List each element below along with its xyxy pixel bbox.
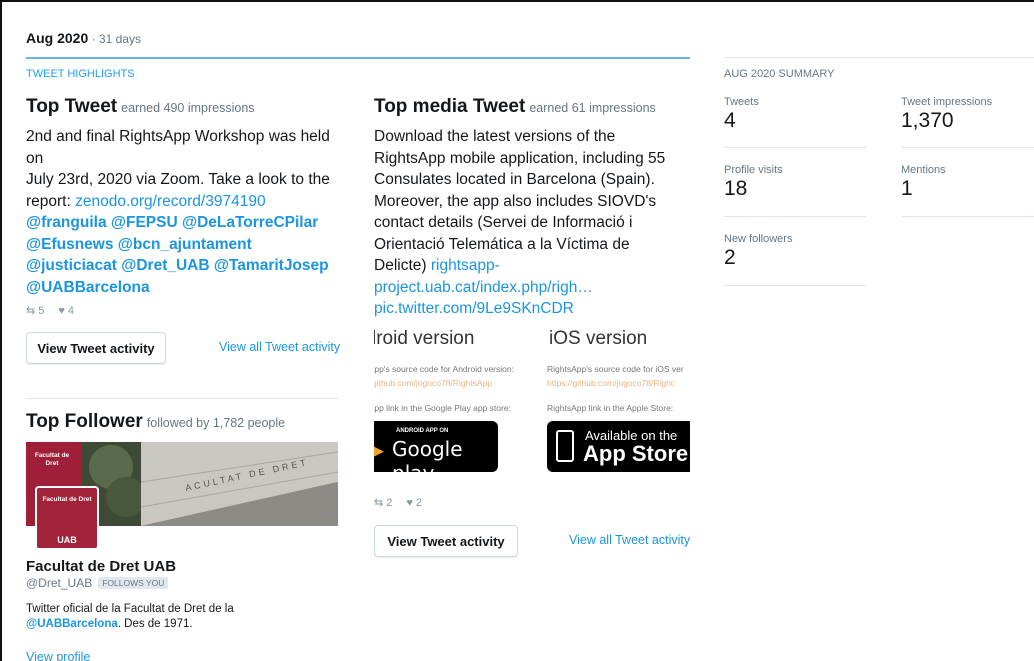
app-store-badge: Available on the App Store: [547, 421, 690, 472]
tweet-line: Consulates located in Barcelona (Spain).: [374, 171, 655, 188]
impressions-label: Tweet impressions: [901, 96, 993, 108]
avatar-brand: UAB: [57, 535, 77, 545]
top-media-title: Top media Tweet: [374, 96, 526, 117]
period-header: Aug 2020 · 31 days: [26, 30, 141, 46]
view-media-tweet-activity-button[interactable]: View Tweet activity: [374, 525, 518, 557]
tweets-label: Tweets: [724, 96, 759, 108]
top-tweet-card: Top Tweet earned 490 impressions 2nd and …: [26, 96, 346, 298]
summary-top-rule: [724, 57, 1034, 58]
tweet-line: contact details (Servei de Informació i: [374, 214, 633, 231]
top-tweet-stats: ⇆ 5 ♥ 4: [26, 304, 74, 318]
period-month: Aug 2020: [26, 30, 89, 46]
profile-visits-label: Profile visits: [724, 164, 783, 176]
tweet-line: 2nd and final RightsApp Workshop was hel…: [26, 128, 330, 145]
top-follower-heading: Top Follower followed by 1,782 people: [26, 411, 285, 433]
play-icon: ▶: [374, 443, 384, 458]
google-play-big-text: Google play: [392, 437, 463, 482]
period-days: 31 days: [98, 32, 141, 46]
tweet-line: RightsApp mobile application, including …: [374, 149, 666, 167]
summary-rule: [901, 147, 1034, 148]
bio-mention-link[interactable]: @UABBarcelona: [26, 618, 118, 630]
top-tweet-text: 2nd and final RightsApp Workshop was hel…: [26, 126, 346, 298]
top-tweet-impressions: earned 490 impressions: [121, 101, 255, 115]
summary-rule: [724, 216, 867, 217]
highlights-rule: [26, 57, 690, 59]
top-media-stats: ⇆ 2 ♥ 2: [374, 496, 422, 510]
tweet-mentions-link[interactable]: @franguila @FEPSU @DeLaTorreCPilar: [26, 214, 318, 231]
top-tweet-title: Top Tweet: [26, 96, 118, 117]
period-separator: ·: [88, 32, 99, 46]
tweet-pic-link[interactable]: pic.twitter.com/9Le9SKnCDR: [374, 300, 574, 317]
android-source-link: github.com/jogoco78/RightsApp: [374, 378, 493, 388]
view-all-tweet-activity-link[interactable]: View all Tweet activity: [219, 340, 340, 354]
tweet-url-link[interactable]: rightsapp-: [431, 257, 500, 274]
tweets-value: 4: [724, 109, 736, 132]
summary-rule: [724, 285, 867, 286]
retweet-icon: ⇆: [26, 305, 36, 317]
impressions-value: 1,370: [901, 109, 954, 132]
avatar[interactable]: Facultat de Dret UAB: [35, 486, 99, 550]
android-store-text: \pp link in the Google Play app store:: [374, 403, 511, 413]
summary-rule: [724, 147, 867, 148]
tweet-line: report:: [26, 192, 76, 210]
retweet-count: 2: [386, 497, 393, 509]
follower-name[interactable]: Facultat de Dret UAB: [26, 558, 176, 575]
phone-icon: [556, 430, 574, 462]
heart-icon: ♥: [406, 496, 413, 509]
follower-bio: Twitter oficial de la Facultat de Dret d…: [26, 602, 346, 632]
tweet-line: July 23rd, 2020 via Zoom. Take a look to…: [26, 171, 330, 188]
summary-rule: [901, 216, 1034, 217]
profile-visits-value: 18: [724, 177, 748, 200]
follower-handle-row: @Dret_UAB FOLLOWS YOU: [26, 576, 169, 590]
top-follower-title: Top Follower: [26, 411, 143, 432]
tweet-mentions-link[interactable]: @Efusnews @bcn_ajuntament: [26, 236, 252, 253]
ios-source-link: https://github.com/jogoco78/Right:: [547, 378, 676, 388]
bio-line: . Des de 1971.: [117, 618, 193, 630]
mentions-value: 1: [901, 177, 913, 200]
ios-source-text: RightsApp's source code for iOS ver: [547, 364, 684, 374]
view-all-media-tweet-activity-link[interactable]: View all Tweet activity: [569, 533, 690, 547]
top-media-tweet-card: Top media Tweet earned 61 impressions Dow…: [374, 96, 692, 320]
tweet-line: Moreover, the app also includes SIOVD's: [374, 192, 657, 210]
new-followers-value: 2: [724, 246, 736, 269]
top-media-impressions: earned 61 impressions: [529, 101, 656, 115]
top-media-text: Download the latest versions of the Righ…: [374, 126, 692, 320]
heart-icon: ♥: [58, 304, 65, 317]
top-tweet-heading: Top Tweet earned 490 impressions: [26, 96, 346, 118]
media-image[interactable]: lroid version iOS version \pp's source c…: [374, 322, 690, 482]
app-store-big-text: App Store: [583, 441, 689, 466]
view-tweet-activity-button[interactable]: View Tweet activity: [26, 332, 166, 364]
android-source-text: \pp's source code for Android version:: [374, 364, 514, 374]
section-divider: [26, 398, 338, 399]
retweet-icon: ⇆: [374, 497, 384, 509]
mentions-label: Mentions: [901, 164, 946, 176]
ios-store-text: RightsApp link in the Apple Store:: [547, 403, 674, 413]
tweet-line: Orientació Telemática a la Víctima de: [374, 235, 630, 253]
like-count: 4: [67, 304, 74, 317]
follows-you-badge: FOLLOWS YOU: [98, 577, 169, 589]
tweet-url-link[interactable]: project.uab.cat/index.php/righ…: [374, 279, 593, 296]
ios-title: iOS version: [549, 328, 648, 349]
banner-logo-text: Facultat de Dret: [34, 452, 70, 467]
android-title: lroid version: [374, 328, 475, 349]
summary-title: AUG 2020 SUMMARY: [724, 68, 835, 80]
google-play-badge: ANDROID APP ON ▶ Google play: [374, 421, 498, 482]
tweet-line: on: [26, 149, 44, 167]
tweet-url-link[interactable]: zenodo.org/record/3974190: [75, 193, 265, 210]
new-followers-label: New followers: [724, 233, 793, 245]
tweet-mentions-link[interactable]: @justiciacat @Dret_UAB @TamaritJosep: [26, 257, 329, 274]
top-media-heading: Top media Tweet earned 61 impressions: [374, 96, 692, 118]
tweet-line: Download the latest versions of the: [374, 128, 616, 145]
tweet-highlights-label: TWEET HIGHLIGHTS: [26, 68, 135, 80]
like-count: 2: [415, 496, 422, 509]
retweet-count: 5: [38, 305, 45, 317]
follower-handle: @Dret_UAB: [26, 576, 93, 590]
tweet-line: Delicte): [374, 257, 431, 274]
tweet-mentions-link[interactable]: @UABBarcelona: [26, 279, 150, 296]
view-profile-link[interactable]: View profile: [26, 650, 90, 661]
google-play-small-text: ANDROID APP ON: [396, 428, 449, 434]
bio-line: Twitter oficial de la Facultat de Dret d…: [26, 603, 234, 615]
top-follower-followed: followed by 1,782 people: [146, 416, 286, 430]
avatar-text: Facultat de Dret: [42, 496, 92, 503]
